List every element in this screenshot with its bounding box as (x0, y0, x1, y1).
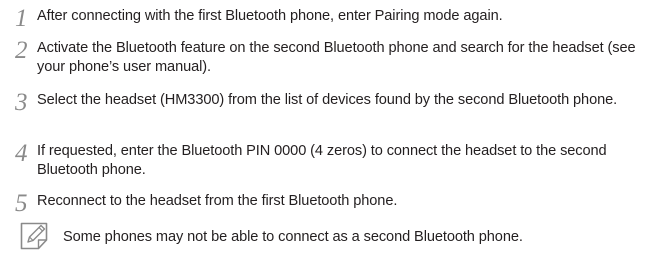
step-text: Select the headset (HM3300) from the lis… (37, 92, 618, 108)
note-text: Some phones may not be able to connect a… (63, 229, 523, 245)
note-icon (20, 222, 50, 250)
step-text: Reconnect to the headset from the first … (37, 193, 398, 209)
step-text: Activate the Bluetooth feature on the se… (37, 40, 636, 75)
step-number: 1 (15, 5, 28, 32)
step-number: 4 (15, 140, 28, 167)
step-number: 5 (15, 190, 28, 217)
step-text: If requested, enter the Bluetooth PIN 00… (37, 143, 607, 178)
step-number: 2 (15, 37, 28, 64)
step-text: After connecting with the first Bluetoot… (37, 8, 503, 24)
step-number: 3 (15, 89, 28, 116)
note: Some phones may not be able to connect a… (0, 222, 647, 252)
